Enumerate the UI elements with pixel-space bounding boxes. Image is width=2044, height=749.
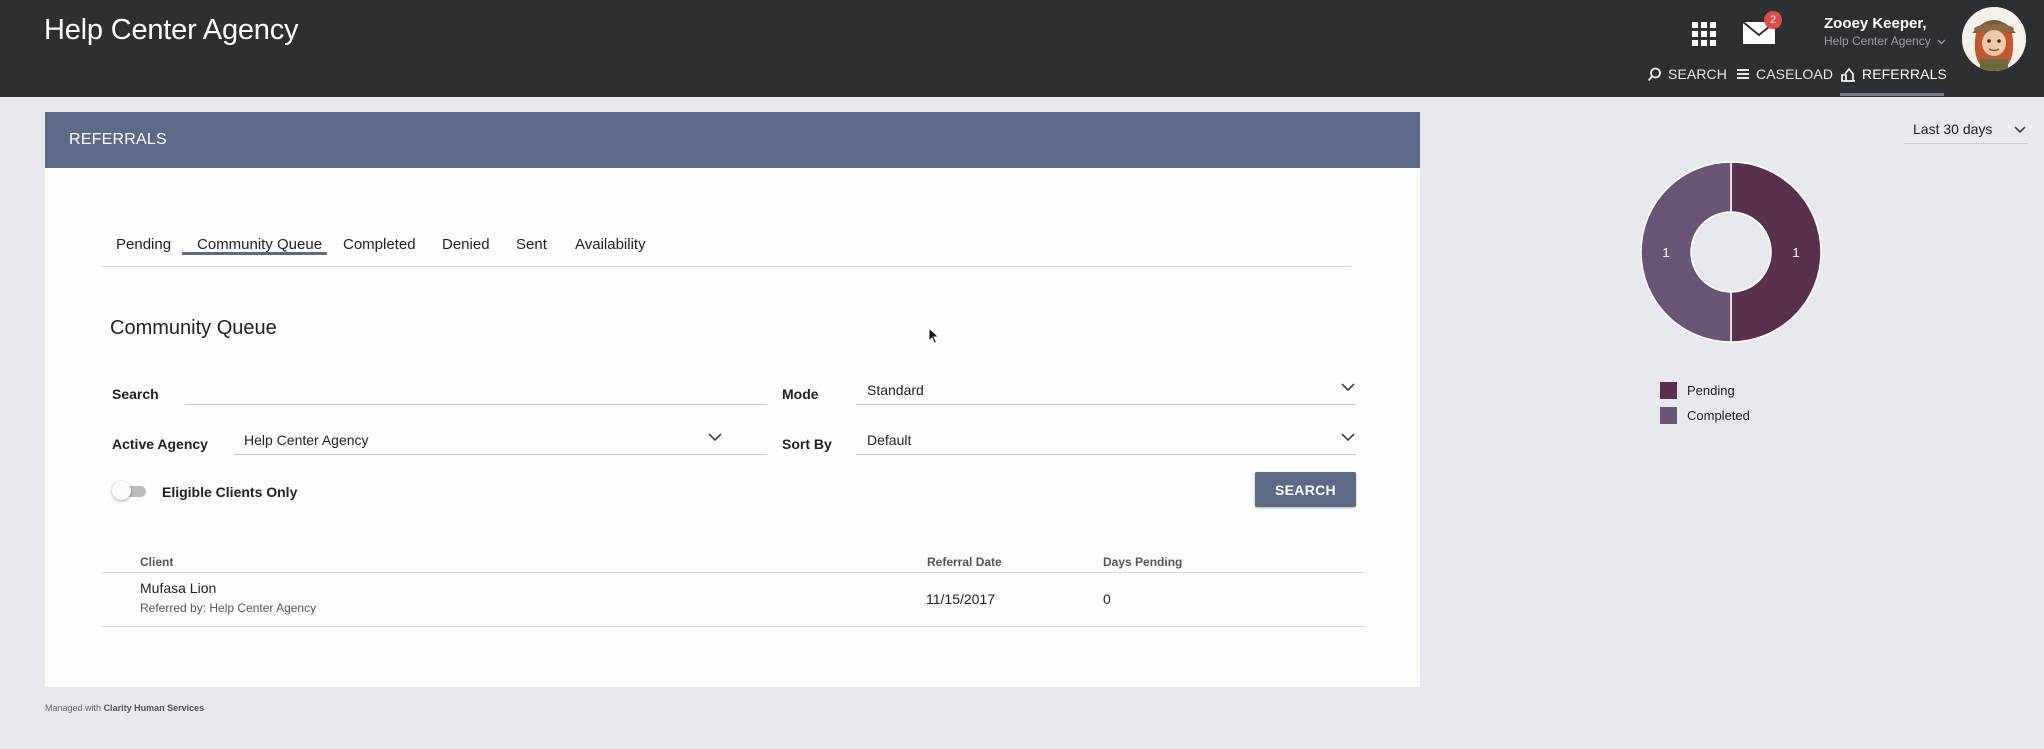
agency-chevron-down-icon[interactable] [708,433,722,442]
nav-referrals-label: REFERRALS [1862,66,1947,82]
client-name-link[interactable]: Mufasa Lion [140,580,216,596]
active-tab-indicator [182,252,327,255]
tab-denied[interactable]: Denied [442,236,490,253]
donut-label-completed: 1 [1662,245,1669,260]
days-pending-cell: 0 [1103,591,1111,607]
legend-label-pending: Pending [1687,383,1735,398]
date-range-select[interactable]: Last 30 days [1904,118,2028,144]
mail-count-badge: 2 [1764,11,1782,29]
search-button[interactable]: SEARCH [1255,472,1356,507]
referrals-card: REFERRALS Pending Community Queue Comple… [45,112,1420,687]
mode-select-underline [856,404,1356,405]
mode-select[interactable]: Standard [867,382,1367,398]
card-title: REFERRALS [69,131,167,148]
nav-search[interactable]: SEARCH [1647,66,1727,82]
tab-community-queue[interactable]: Community Queue [197,236,322,253]
nav-search-label: SEARCH [1668,66,1727,82]
tab-availability[interactable]: Availability [575,236,646,253]
section-title: Community Queue [110,317,277,339]
referral-date-cell: 11/15/2017 [926,591,996,607]
eligible-clients-label: Eligible Clients Only [162,484,298,500]
table-header-divider [101,572,1366,573]
search-input[interactable] [185,384,765,404]
sort-by-select[interactable]: Default [867,432,1367,448]
nav-caseload-label: CASELOAD [1756,66,1834,82]
active-agency-label: Active Agency [112,436,208,452]
user-name: Zooey Keeper, [1824,15,1927,32]
apps-grid-icon[interactable] [1692,22,1716,46]
sort-chevron-down-icon[interactable] [1341,433,1355,442]
avatar[interactable] [1962,7,2026,71]
chevron-down-icon [2014,126,2026,134]
donut-slice-pending[interactable] [1730,161,1822,343]
column-header-client[interactable]: Client [140,555,173,569]
donut-label-pending: 1 [1792,245,1799,260]
footer-brand[interactable]: Clarity Human Services [104,703,205,713]
active-agency-select[interactable]: Help Center Agency [244,432,744,448]
top-bar: Help Center Agency 2 Zooey Keeper, Help … [0,0,2044,97]
card-header: REFERRALS [45,112,1420,168]
nav-caseload[interactable]: CASELOAD [1736,66,1833,82]
donut-slice-completed[interactable] [1640,161,1732,343]
tab-pending[interactable]: Pending [116,236,171,253]
date-range-value: Last 30 days [1913,121,1993,137]
footer: Managed with Clarity Human Services [45,703,204,713]
chevron-down-icon [1937,39,1946,45]
legend-swatch-pending [1660,382,1677,399]
eligible-clients-toggle[interactable] [112,481,148,500]
user-agency-label: Help Center Agency [1824,34,1931,48]
user-agency-selector[interactable]: Help Center Agency [1824,34,1946,48]
referrals-icon [1841,67,1855,82]
search-input-underline [185,404,767,405]
mode-label: Mode [782,386,819,402]
referral-tabs: Pending Community Queue Completed Denied… [101,222,1351,267]
tab-completed[interactable]: Completed [343,236,416,253]
nav-referrals[interactable]: REFERRALS [1840,66,1947,82]
table-row-divider [101,626,1366,627]
active-agency-underline [234,454,767,455]
column-header-days-pending[interactable]: Days Pending [1103,555,1182,569]
mouse-cursor-icon [928,327,940,345]
app-title[interactable]: Help Center Agency [44,14,299,47]
tab-sent[interactable]: Sent [516,236,547,253]
column-header-referral-date[interactable]: Referral Date [927,555,1002,569]
sort-by-label: Sort By [782,436,832,452]
search-label: Search [112,386,159,402]
search-icon [1647,67,1661,81]
toggle-knob [112,481,131,500]
legend-label-completed: Completed [1687,408,1750,423]
referred-by-text: Referred by: Help Center Agency [140,601,317,615]
sort-by-underline [856,454,1356,455]
legend-swatch-completed [1660,407,1677,424]
nav-active-indicator [1840,93,1944,96]
legend-item-pending[interactable]: Pending [1660,382,1735,399]
mode-chevron-down-icon[interactable] [1341,383,1355,392]
referrals-donut-chart: 11 [1640,161,1822,343]
footer-prefix: Managed with [45,703,102,713]
list-icon [1737,69,1749,79]
legend-item-completed[interactable]: Completed [1660,407,1750,424]
